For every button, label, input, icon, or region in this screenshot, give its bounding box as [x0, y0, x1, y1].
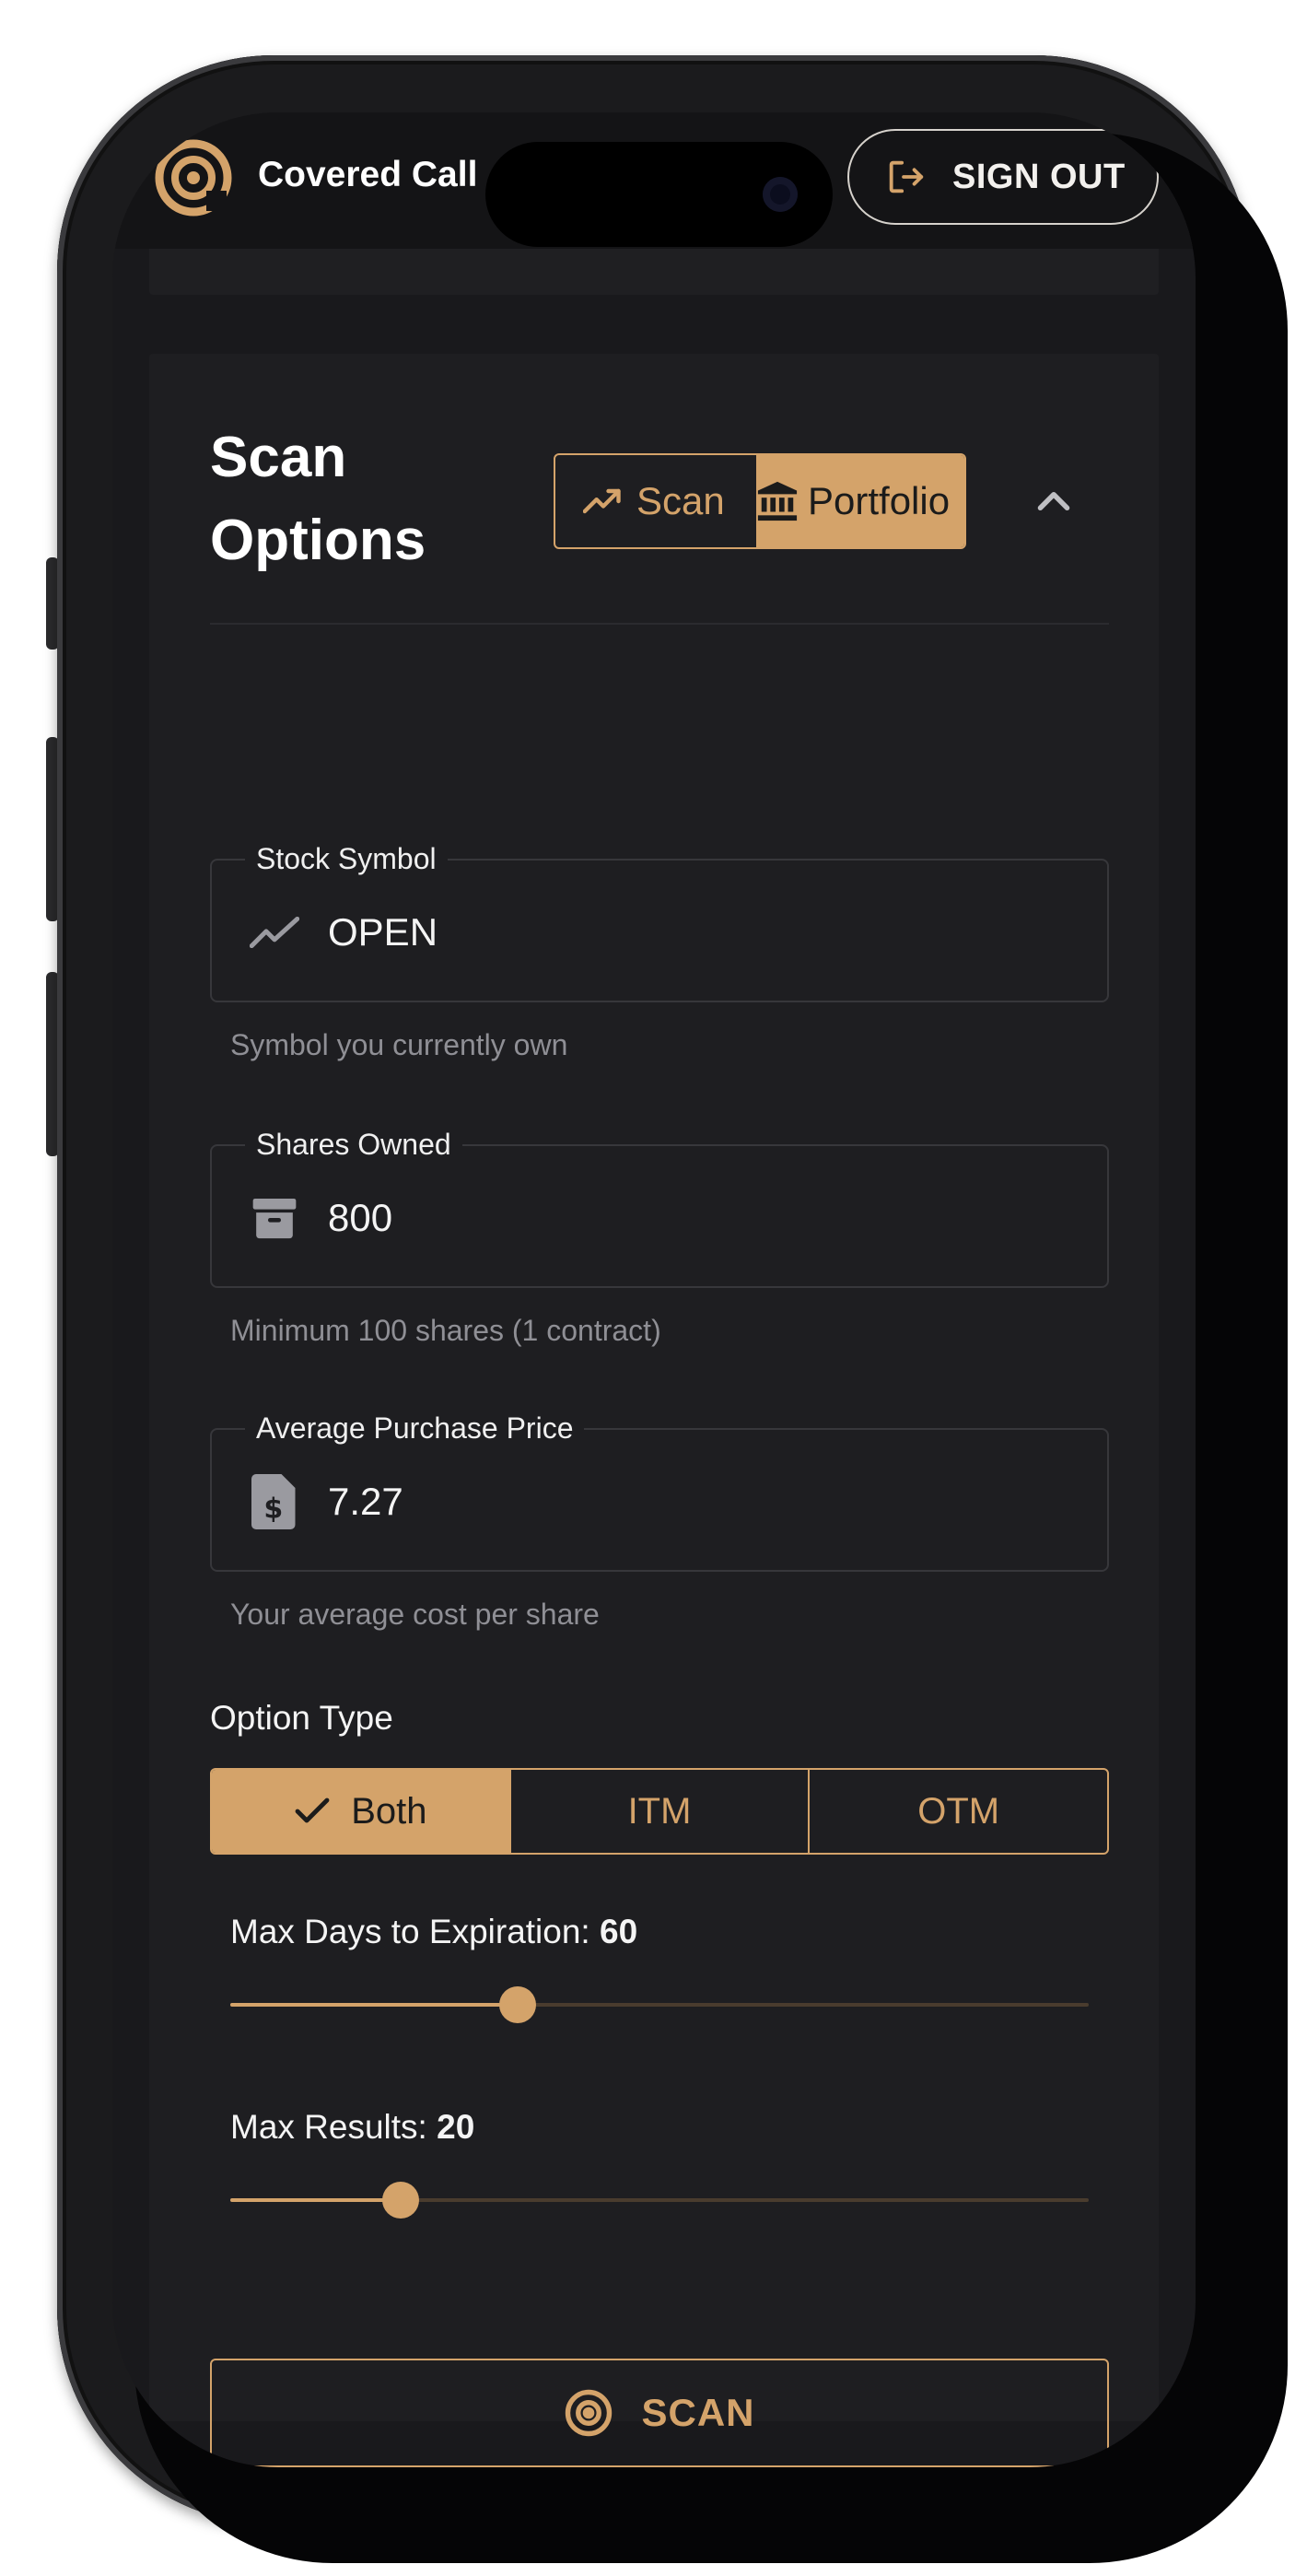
stock-symbol-label: Stock Symbol [245, 837, 448, 881]
avg-price-helper: Your average cost per share [230, 1598, 600, 1631]
divider [210, 623, 1109, 625]
max-days-label: Max Days to Expiration: 60 [230, 1913, 637, 1951]
option-itm-label: ITM [627, 1790, 692, 1832]
option-type-label: Option Type [210, 1699, 393, 1737]
avg-price-label: Average Purchase Price [245, 1406, 585, 1450]
max-results-label: Max Results: 20 [230, 2108, 474, 2147]
shares-owned-label: Shares Owned [245, 1122, 462, 1166]
max-results-label-text: Max Results: [230, 2108, 427, 2146]
scan-options-card: Scan Options Scan Portfolio Stock Symbol… [149, 354, 1159, 2467]
chevron-up-icon[interactable] [1033, 483, 1074, 520]
option-type-toggle: Both ITM OTM [210, 1768, 1109, 1855]
stock-symbol-field[interactable]: Stock Symbol OPEN [210, 837, 1109, 1002]
check-icon [295, 1797, 330, 1823]
collapsed-panel [149, 249, 1159, 295]
max-days-slider-thumb[interactable] [499, 1986, 537, 2023]
scan-button[interactable]: SCAN [210, 2359, 1109, 2467]
sign-out-label: SIGN OUT [952, 157, 1126, 196]
archive-box-icon [249, 1192, 300, 1244]
max-results-value: 20 [437, 2108, 475, 2146]
option-both-label: Both [351, 1790, 427, 1832]
trending-up-icon [249, 907, 300, 958]
shares-owned-field[interactable]: Shares Owned 800 [210, 1122, 1109, 1288]
mode-scan-button[interactable]: Scan [555, 455, 756, 547]
phone-screen: Covered Call SIGN OUT Scan Options Scan [112, 112, 1196, 2467]
svg-text:$: $ [263, 1493, 283, 1526]
bank-icon [757, 481, 798, 521]
avg-price-input[interactable]: 7.27 [328, 1476, 403, 1528]
camera-icon [763, 177, 798, 212]
shares-owned-helper: Minimum 100 shares (1 contract) [230, 1314, 661, 1347]
card-title: Scan Options [210, 426, 426, 572]
logout-icon [889, 160, 924, 193]
option-both-button[interactable]: Both [212, 1770, 509, 1853]
option-otm-label: OTM [917, 1790, 1000, 1832]
trending-up-icon [583, 488, 621, 514]
mode-scan-label: Scan [636, 479, 725, 522]
target-icon [566, 2389, 613, 2437]
mode-portfolio-label: Portfolio [808, 479, 951, 522]
max-results-slider-thumb[interactable] [381, 2182, 419, 2219]
logo-icon[interactable] [155, 139, 232, 217]
option-itm-button[interactable]: ITM [508, 1770, 809, 1853]
mode-portfolio-button[interactable]: Portfolio [756, 455, 964, 547]
max-days-value: 60 [600, 1913, 638, 1950]
shares-owned-input[interactable]: 800 [328, 1192, 392, 1244]
stock-symbol-input[interactable]: OPEN [328, 907, 438, 958]
max-results-slider[interactable] [230, 2182, 1089, 2219]
receipt-dollar-icon: $ [249, 1474, 300, 1529]
max-days-slider[interactable] [230, 1986, 1089, 2023]
max-days-label-text: Max Days to Expiration: [230, 1913, 590, 1950]
max-days-slider-fill [230, 2003, 519, 2007]
mode-toggle: Scan Portfolio [554, 453, 966, 549]
app-header: Covered Call SIGN OUT [112, 112, 1196, 249]
max-results-slider-fill [230, 2198, 401, 2202]
sign-out-button[interactable]: SIGN OUT [847, 129, 1159, 225]
app-title: Covered Call [258, 155, 478, 194]
avg-price-field[interactable]: Average Purchase Price $ 7.27 [210, 1406, 1109, 1572]
dynamic-island [485, 142, 833, 247]
scan-button-label: SCAN [641, 2391, 755, 2434]
option-otm-button[interactable]: OTM [808, 1770, 1107, 1853]
stock-symbol-helper: Symbol you currently own [230, 1028, 568, 1061]
